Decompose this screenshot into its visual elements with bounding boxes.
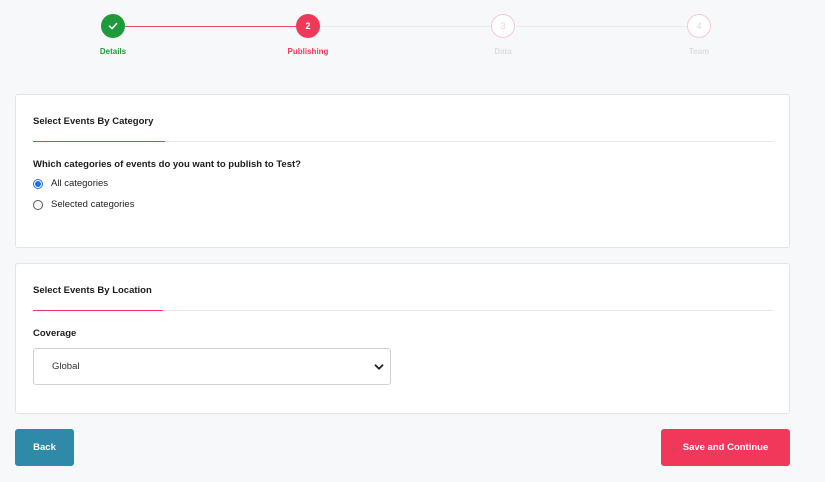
divider-accent: [33, 310, 163, 311]
divider-accent: [33, 141, 165, 142]
step-label: Data: [494, 47, 512, 56]
coverage-selected-value: Global: [52, 361, 80, 372]
step-circle: [101, 14, 125, 38]
step-number: 4: [687, 14, 711, 38]
step-number: 2: [296, 14, 320, 38]
back-button[interactable]: Back: [15, 429, 74, 466]
step-details[interactable]: Details: [53, 14, 173, 56]
step-team[interactable]: 4 Team: [639, 14, 759, 56]
step-data[interactable]: 3 Data: [443, 14, 563, 56]
card-divider: [33, 310, 773, 311]
category-question: Which categories of events do you want t…: [33, 159, 301, 170]
step-label: Details: [99, 47, 127, 56]
step-number: 3: [491, 14, 515, 38]
checkmark-icon: [108, 22, 118, 30]
location-card: Select Events By Location Coverage Globa…: [15, 263, 790, 414]
step-label: Team: [688, 47, 710, 56]
card-title: Select Events By Category: [33, 116, 154, 127]
step-publishing[interactable]: 2 Publishing: [248, 14, 368, 56]
coverage-select[interactable]: Global: [33, 348, 391, 385]
radio-selected-categories[interactable]: Selected categories: [33, 199, 134, 210]
category-card: Select Events By Category Which categori…: [15, 94, 790, 248]
radio-all-categories[interactable]: All categories: [33, 178, 108, 189]
coverage-label: Coverage: [33, 328, 77, 339]
chevron-down-icon: [374, 364, 384, 370]
progress-stepper: Details 2 Publishing 3 Data 4 Team: [0, 0, 825, 70]
radio-label: All categories: [51, 178, 109, 189]
save-and-continue-button[interactable]: Save and Continue: [661, 429, 790, 466]
radio-button[interactable]: [33, 178, 43, 189]
card-title: Select Events By Location: [33, 285, 152, 296]
radio-label: Selected categories: [51, 199, 135, 210]
radio-button[interactable]: [33, 199, 43, 210]
card-divider: [33, 141, 773, 142]
step-label: Publishing: [287, 47, 329, 56]
